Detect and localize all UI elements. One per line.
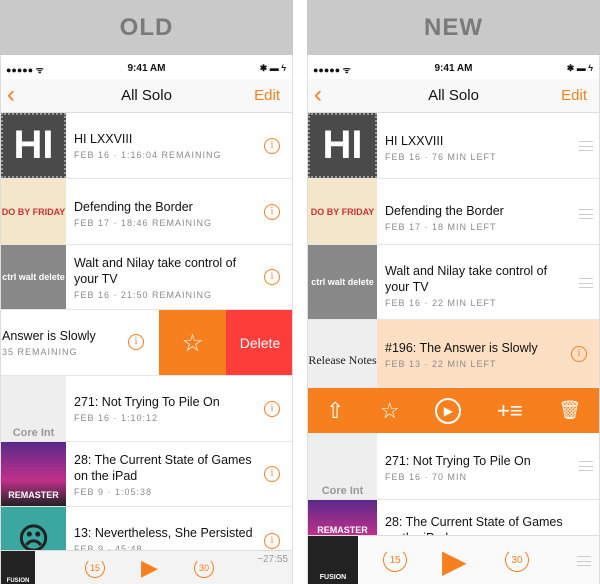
episode-row[interactable]: REMASTER 28: The Current State of Games … — [1, 442, 292, 507]
info-icon[interactable]: i — [571, 346, 587, 362]
status-bar: ●●●●● ᯤ 9:41 AM ✱ ▬ ϟ — [1, 63, 292, 79]
edit-button[interactable]: Edit — [254, 87, 280, 104]
episode-row[interactable]: DO BY FRIDAY Defending the Border FEB 17 … — [308, 179, 599, 245]
now-playing-artwork: FUSION — [308, 536, 358, 584]
episode-meta: 35 REMAINING — [2, 347, 78, 357]
episode-row[interactable]: Core Int 271: Not Trying To Pile On FEB 1… — [1, 376, 292, 442]
time-remaining: −27:55 — [257, 554, 288, 565]
episode-title: 13: Nevertheless, She Persisted — [74, 526, 253, 540]
info-icon[interactable]: i — [264, 401, 280, 417]
episode-row[interactable]: HI HI LXXVIII FEB 16 · 1:16:04 REMAINING … — [1, 113, 292, 179]
clock: 9:41 AM — [434, 63, 473, 74]
episode-row[interactable]: Core Int 271: Not Trying To Pile On FEB 1… — [308, 433, 599, 500]
status-bar: ●●●●● ᯤ 9:41 AM ✱ ▬ ϟ — [308, 63, 599, 79]
play-button[interactable]: ▶ — [442, 542, 467, 580]
artwork: HI — [1, 113, 66, 178]
skip-forward-button[interactable]: 30 — [194, 558, 214, 578]
nav-bar: ‹ All Solo Edit — [308, 79, 599, 113]
episode-row[interactable]: HI HI LXXVIII FEB 16 · 76 MIN LEFT — [308, 113, 599, 179]
artwork: DO BY FRIDAY — [1, 179, 66, 244]
episode-meta: FEB 16 · 1:10:12 — [74, 413, 159, 423]
mini-player: FUSION 15 ▶ 30 −27:55 — [1, 550, 292, 584]
episode-title: Answer is Slowly — [2, 329, 96, 343]
episode-row[interactable]: DO BY FRIDAY Defending the Border FEB 17 … — [1, 179, 292, 245]
new-phone: ●●●●● ᯤ 9:41 AM ✱ ▬ ϟ ‹ All Solo Edit HI H… — [307, 55, 600, 584]
trash-button[interactable]: 🗑 — [558, 400, 581, 421]
delete-button[interactable]: Delete — [226, 310, 292, 375]
info-icon[interactable]: i — [264, 466, 280, 482]
mini-player: FUSION 15 ▶ 30 — [308, 535, 599, 584]
reorder-handle-icon[interactable] — [579, 141, 593, 151]
artwork: REMASTER — [1, 442, 66, 506]
artwork: Core Int — [308, 433, 377, 499]
episode-meta: FEB 16 · 1:16:04 REMAINING — [74, 150, 222, 160]
info-icon[interactable]: i — [128, 334, 144, 350]
old-label: OLD — [0, 0, 293, 55]
skip-back-button[interactable]: 15 — [85, 558, 105, 578]
artwork: Core Int — [1, 376, 66, 441]
star-button[interactable]: ☆ — [380, 398, 400, 424]
page-title: All Solo — [428, 87, 479, 104]
episode-row[interactable]: ctrl walt delete Walt and Nilay take con… — [1, 245, 292, 310]
episode-meta: FEB 16 · 70 MIN — [385, 472, 468, 482]
battery-icon: ✱ ▬ ϟ — [259, 63, 286, 73]
episode-row[interactable]: ctrl walt delete Walt and Nilay take con… — [308, 245, 599, 320]
artwork: ctrl walt delete — [308, 245, 377, 319]
episode-title: 28: The Current State of Games on the iP… — [74, 453, 252, 483]
edit-button[interactable]: Edit — [561, 87, 587, 104]
skip-forward-button[interactable]: 30 — [505, 548, 529, 572]
episode-meta: FEB 13 · 22 MIN LEFT — [385, 359, 497, 369]
queue-menu-icon[interactable] — [577, 556, 591, 566]
episode-title: 271: Not Trying To Pile On — [385, 454, 531, 468]
clock: 9:41 AM — [127, 63, 166, 74]
add-to-queue-button[interactable]: +≡ — [497, 398, 523, 424]
episode-meta: FEB 17 · 18:46 REMAINING — [74, 218, 213, 228]
reorder-handle-icon[interactable] — [579, 209, 593, 219]
episode-title: HI LXXVIII — [74, 132, 133, 146]
info-icon[interactable]: i — [264, 204, 280, 220]
now-playing-artwork: FUSION — [1, 551, 35, 584]
episode-meta: FEB 17 · 18 MIN LEFT — [385, 222, 497, 232]
info-icon[interactable]: i — [264, 269, 280, 285]
new-label: NEW — [307, 0, 600, 55]
artwork: HI — [308, 113, 377, 178]
episode-title: #196: The Answer is Slowly — [385, 341, 538, 355]
artwork: ctrl walt delete — [1, 245, 66, 309]
episode-title: Defending the Border — [385, 204, 504, 218]
reorder-handle-icon[interactable] — [579, 461, 593, 471]
selected-episode-row[interactable]: Release Notes #196: The Answer is Slowly… — [308, 320, 599, 388]
info-icon[interactable]: i — [264, 138, 280, 154]
episode-meta: FEB 9 · 1:05:38 — [74, 487, 153, 497]
play-button[interactable]: ▶ — [435, 397, 462, 424]
info-icon[interactable]: i — [264, 533, 280, 549]
old-phone: ●●●●● ᯤ 9:41 AM ✱ ▬ ϟ ‹ All Solo Edit HI H… — [0, 55, 293, 584]
episode-meta: FEB 16 · 22 MIN LEFT — [385, 298, 497, 308]
page-title: All Solo — [121, 87, 172, 104]
episode-title: Walt and Nilay take control of your TV — [385, 264, 548, 294]
episode-meta: FEB 16 · 21:50 REMAINING — [74, 290, 213, 300]
battery-icon: ✱ ▬ ϟ — [566, 63, 593, 73]
nav-bar: ‹ All Solo Edit — [1, 79, 292, 113]
artwork: Release Notes — [308, 320, 377, 387]
share-button[interactable]: ⇧ — [326, 398, 344, 424]
reorder-handle-icon[interactable] — [579, 278, 593, 288]
episode-meta: FEB 16 · 76 MIN LEFT — [385, 152, 497, 162]
play-button[interactable]: ▶ — [141, 555, 158, 581]
episode-title: HI LXXVIII — [385, 134, 444, 148]
skip-back-button[interactable]: 15 — [383, 548, 407, 572]
action-bar: ⇧ ☆ ▶ +≡ 🗑 — [308, 388, 599, 433]
episode-title: 271: Not Trying To Pile On — [74, 395, 220, 409]
artwork: DO BY FRIDAY — [308, 179, 377, 244]
swiped-episode-row[interactable]: Answer is Slowly 35 REMAINING i ☆ Delete — [1, 310, 292, 376]
episode-title: Walt and Nilay take control of your TV — [74, 256, 237, 286]
star-button[interactable]: ☆ — [159, 310, 226, 375]
episode-title: Defending the Border — [74, 200, 193, 214]
